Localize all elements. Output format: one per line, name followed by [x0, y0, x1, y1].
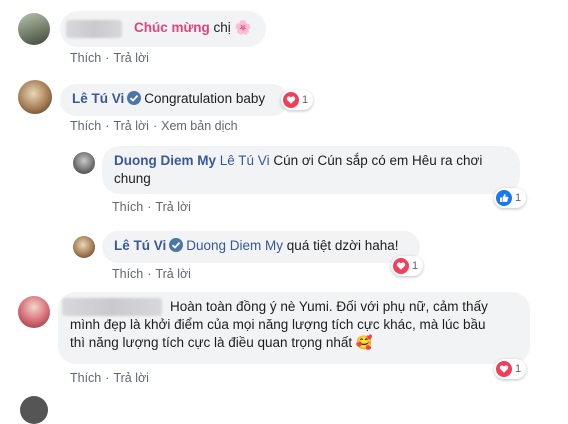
tagged-user[interactable]: Lê Tú Vi — [220, 153, 270, 168]
flower-emoji-icon: 🌸 — [234, 20, 252, 35]
like-link[interactable]: Thích — [70, 371, 101, 385]
reply-link[interactable]: Trả lời — [113, 51, 149, 65]
comment-bubble: Lê Tú Vi Congratulation baby — [60, 84, 288, 116]
reaction-count: 1 — [412, 260, 419, 272]
like-link[interactable]: Thích — [112, 200, 143, 214]
like-link[interactable]: Thích — [70, 119, 101, 133]
comment-bubble: Chúc mừng chị 🌸 — [60, 11, 266, 47]
reaction-summary[interactable]: 1 — [281, 90, 314, 110]
verified-badge-icon — [169, 238, 184, 252]
comment-text-line: thì năng lượng tích cực là điều quan trọ… — [70, 335, 353, 350]
like-reaction-icon — [496, 190, 512, 206]
reaction-count: 1 — [515, 192, 522, 204]
tagged-user[interactable]: Duong Diem My — [186, 238, 283, 253]
comment-text-line: chung — [114, 171, 151, 186]
avatar[interactable] — [18, 296, 50, 328]
heart-reaction-icon — [496, 361, 512, 377]
commenter-name[interactable]: Lê Tú Vi — [72, 91, 124, 106]
like-link[interactable]: Thích — [70, 51, 101, 65]
blurred-name — [62, 298, 162, 316]
reaction-summary[interactable]: 1 — [494, 359, 527, 379]
comment-text: Congratulation baby — [144, 91, 266, 106]
see-translation-link[interactable]: Xem bản dịch — [161, 119, 237, 133]
comment-text: Chúc mừng chị 🌸 — [134, 20, 252, 35]
comment-actions: Thích · Trả lời — [112, 200, 191, 214]
comment-text-line: mình đẹp là khởi điểm của mọi năng lượng… — [70, 317, 486, 332]
heart-reaction-icon — [283, 92, 299, 108]
comment-actions: Thích · Trả lời — [70, 371, 149, 385]
reply-link[interactable]: Trả lời — [113, 119, 149, 133]
avatar[interactable] — [20, 396, 48, 424]
reply-link[interactable]: Trả lời — [155, 200, 191, 214]
avatar[interactable] — [73, 236, 95, 258]
avatar[interactable] — [73, 152, 95, 174]
reaction-summary[interactable]: 1 — [494, 188, 527, 208]
like-link[interactable]: Thích — [112, 267, 143, 281]
smiling-hearts-emoji-icon: 🥰 — [355, 335, 373, 350]
comment-bubble: Duong Diem My Lê Tú Vi Cún ơi Cún sắp có… — [102, 146, 520, 194]
blurred-name — [66, 20, 122, 38]
reply-link[interactable]: Trả lời — [155, 267, 191, 281]
comment-actions: Thích · Trả lời — [112, 267, 191, 281]
avatar[interactable] — [18, 80, 52, 114]
reaction-count: 1 — [515, 363, 522, 375]
comment-text: Cún ơi Cún sắp có em Hêu ra chơi — [269, 153, 483, 168]
verified-badge-icon — [127, 91, 142, 105]
heart-reaction-icon — [393, 258, 409, 274]
reply-link[interactable]: Trả lời — [113, 371, 149, 385]
comment-bubble: Hoàn toàn đồng ý nè Yumi. Đối với phụ nữ… — [58, 292, 530, 364]
reaction-count: 1 — [302, 94, 309, 106]
comment-actions: Thích · Trả lời — [70, 51, 149, 65]
comment-bubble: Lê Tú Vi Duong Diem My quá tiệt dzời haha… — [102, 231, 420, 263]
comment-text: Hoàn toàn đồng ý nè Yumi. Đối với phụ nữ… — [170, 299, 488, 314]
commenter-name[interactable]: Duong Diem My — [114, 153, 216, 168]
comment-text: quá tiệt dzời haha! — [283, 238, 399, 253]
reaction-summary[interactable]: 1 — [391, 256, 424, 276]
commenter-name[interactable]: Lê Tú Vi — [114, 238, 166, 253]
comment-actions: Thích · Trả lời · Xem bản dịch — [70, 119, 238, 133]
avatar[interactable] — [18, 13, 50, 45]
